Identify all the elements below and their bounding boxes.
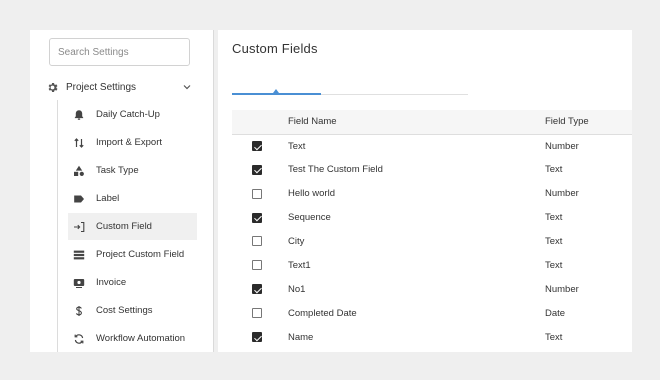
field-name-cell: Name [288, 331, 314, 343]
table-row[interactable]: Name Text [232, 325, 632, 349]
row-checkbox-cell [232, 277, 282, 301]
row-checkbox-cell [232, 253, 282, 277]
sidebar-item-label[interactable]: Label [68, 185, 197, 212]
row-checkbox[interactable] [252, 260, 262, 271]
custom-fields-table: Field Name Field Type Text Number Test The… [232, 110, 632, 349]
field-name-cell: Test The Custom Field [288, 164, 383, 176]
table-row[interactable]: Hello world Number [232, 182, 632, 206]
gear-icon [48, 82, 58, 92]
project-settings-label: Project Settings [66, 81, 137, 93]
dollar-icon [72, 304, 85, 317]
row-checkbox[interactable] [252, 188, 262, 199]
select-column-header [232, 110, 282, 135]
table-row[interactable]: No1 Number [232, 277, 632, 301]
row-checkbox[interactable] [252, 141, 262, 152]
invoice-icon [72, 276, 85, 289]
row-checkbox[interactable] [252, 212, 262, 223]
row-checkbox-cell [232, 301, 282, 325]
shapes-icon [72, 164, 85, 177]
import-export-icon [72, 136, 85, 149]
table-row[interactable]: City Text [232, 230, 632, 254]
field-type-cell: Number [545, 283, 579, 295]
active-tab-notch [273, 89, 279, 93]
main-panel: Custom Fields Field Name Field Type Text… [218, 30, 632, 352]
field-type-cell: Text [545, 236, 563, 247]
sidebar-item-import-export[interactable]: Import & Export [68, 129, 197, 156]
table-row[interactable]: Test The Custom Field Text [232, 158, 632, 182]
field-type-cell: Number [545, 188, 579, 200]
row-checkbox[interactable] [252, 164, 262, 175]
row-checkbox-cell [232, 182, 282, 206]
sidebar-item-label: Import & Export [96, 137, 162, 148]
active-tab-indicator[interactable] [232, 93, 321, 95]
field-type-cell: Number [545, 140, 579, 152]
sidebar-item-workflow-automation[interactable]: Workflow Automation [68, 325, 197, 352]
sidebar-item-label: Cost Settings [96, 305, 153, 316]
field-type-cell: Text [545, 164, 563, 176]
sidebar-item-label: Task Type [96, 165, 139, 176]
field-name-cell: Text1 [288, 259, 311, 271]
refresh-icon [72, 332, 85, 345]
row-checkbox-cell [232, 230, 282, 254]
project-settings-group[interactable]: Project Settings [46, 78, 192, 96]
sidebar-item-label-text: Label [96, 193, 120, 204]
sidebar-item-invoice[interactable]: Invoice [68, 269, 197, 296]
row-checkbox-cell [232, 134, 282, 158]
settings-sidebar: Project Settings Daily Catch-Up Import &… [30, 30, 213, 352]
field-type-header[interactable]: Field Type [542, 110, 632, 135]
chevron-down-icon[interactable] [182, 82, 192, 92]
field-type-cell: Text [545, 212, 563, 224]
sidebar-item-daily-catch-up[interactable]: Daily Catch-Up [68, 101, 197, 128]
field-name-cell: Hello world [288, 188, 335, 200]
sidebar-item-cost-settings[interactable]: Cost Settings [68, 297, 197, 324]
table-row[interactable]: Completed Date Date [232, 301, 632, 325]
field-name-cell: City [288, 236, 305, 247]
sidebar-item-label: Invoice [96, 277, 127, 288]
row-checkbox[interactable] [252, 284, 262, 295]
sidebar-item-label: Project Custom Field [96, 249, 185, 260]
sidebar-item-project-custom-field[interactable]: Project Custom Field [68, 241, 197, 268]
sidebar-item-label: Custom Field [96, 221, 152, 232]
row-checkbox[interactable] [252, 308, 262, 319]
tab-bar[interactable] [232, 89, 468, 96]
field-type-cell: Text [545, 259, 563, 271]
row-checkbox[interactable] [252, 332, 262, 343]
row-checkbox[interactable] [252, 236, 262, 247]
field-name-cell: Sequence [288, 212, 331, 224]
bell-icon [72, 108, 85, 121]
field-name-cell: No1 [288, 283, 306, 295]
table-row[interactable]: Sequence Text [232, 206, 632, 230]
row-checkbox-cell [232, 158, 282, 182]
field-name-cell: Text [288, 140, 306, 152]
field-type-cell: Date [545, 307, 566, 319]
field-type-cell: Text [545, 331, 563, 343]
sidebar-item-custom-field[interactable]: Custom Field [68, 213, 197, 240]
sidebar-item-label: Daily Catch-Up [96, 109, 160, 120]
tree-guide-line [57, 100, 58, 352]
tag-icon [72, 192, 85, 205]
search-settings-input[interactable] [49, 38, 190, 66]
row-checkbox-cell [232, 206, 282, 230]
page-title: Custom Fields [232, 41, 318, 56]
table-header-row: Field Name Field Type [232, 110, 632, 135]
row-checkbox-cell [232, 325, 282, 349]
field-name-header[interactable]: Field Name [282, 110, 542, 135]
field-name-cell: Completed Date [288, 307, 357, 319]
table-row[interactable]: Text Number [232, 134, 632, 158]
list-icon [72, 248, 85, 261]
table-row[interactable]: Text1 Text [232, 253, 632, 277]
sidebar-item-label: Workflow Automation [96, 333, 186, 344]
sidebar-item-task-type[interactable]: Task Type [68, 157, 197, 184]
field-input-icon [72, 220, 85, 233]
